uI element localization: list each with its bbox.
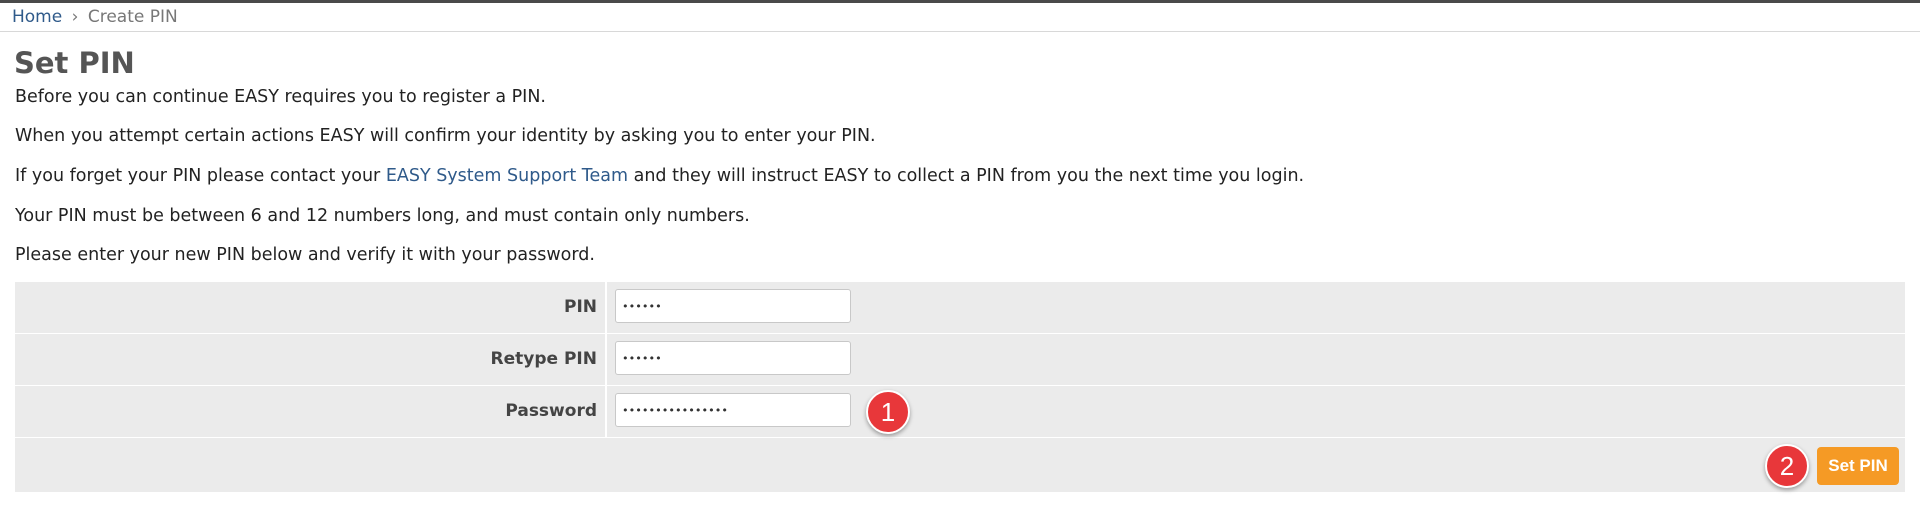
step-1-marker: 1 (866, 390, 910, 434)
support-team-link[interactable]: EASY System Support Team (386, 166, 628, 186)
set-pin-form: PIN Retype PIN Password (15, 282, 1905, 492)
password-field-cell (607, 386, 1905, 437)
retype-pin-label-cell: Retype PIN (15, 334, 607, 385)
breadcrumb-separator: › (71, 7, 79, 27)
retype-pin-label: Retype PIN (490, 349, 597, 369)
breadcrumb-current: Create PIN (87, 7, 178, 27)
step-2-marker: 2 (1765, 444, 1809, 488)
forgot-pin-text-start: If you forget your PIN please contact yo… (15, 166, 386, 186)
pin-label: PIN (563, 297, 597, 317)
intro-text-pin-rules: Your PIN must be between 6 and 12 number… (15, 206, 750, 226)
retype-pin-input[interactable] (615, 341, 851, 375)
retype-pin-field-cell (607, 334, 1905, 385)
intro-text-confirm-identity: When you attempt certain actions EASY wi… (15, 126, 876, 146)
set-pin-button[interactable]: Set PIN (1817, 447, 1899, 485)
password-input[interactable] (615, 393, 851, 427)
forgot-pin-text-end: and they will instruct EASY to collect a… (628, 166, 1305, 186)
pin-row: PIN (15, 282, 1905, 334)
password-label: Password (505, 401, 597, 421)
intro-text-register: Before you can continue EASY requires yo… (15, 87, 546, 107)
pin-field-cell (607, 282, 1905, 333)
retype-pin-row: Retype PIN (15, 334, 1905, 386)
intro-text-instructions: Please enter your new PIN below and veri… (15, 245, 595, 265)
pin-input[interactable] (615, 289, 851, 323)
pin-label-cell: PIN (15, 282, 607, 333)
page-title: Set PIN (14, 46, 135, 80)
breadcrumb-home-link[interactable]: Home (12, 7, 62, 27)
password-label-cell: Password (15, 386, 607, 437)
submit-row (15, 438, 1905, 492)
intro-text-forgot-pin: If you forget your PIN please contact yo… (15, 164, 1304, 188)
breadcrumb: Home › Create PIN (0, 3, 1920, 32)
breadcrumb-items: Home › Create PIN (12, 3, 178, 31)
password-row: Password (15, 386, 1905, 438)
